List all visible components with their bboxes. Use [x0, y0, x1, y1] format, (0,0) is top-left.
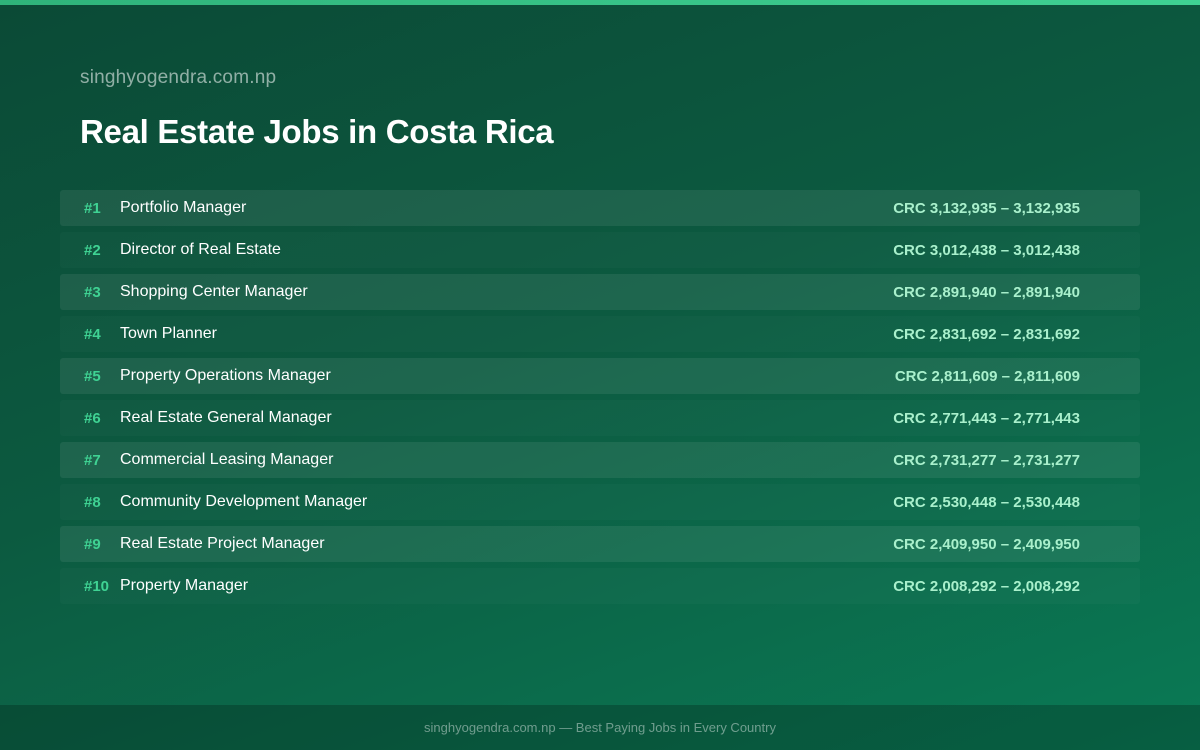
job-salary: CRC 2,530,448 – 2,530,448 [893, 493, 1080, 511]
job-row: #5 Property Operations Manager CRC 2,811… [60, 358, 1140, 394]
job-salary: CRC 3,132,935 – 3,132,935 [893, 199, 1080, 217]
page-title: Real Estate Jobs in Costa Rica [80, 113, 554, 150]
job-rank: #4 [84, 325, 101, 343]
footer-text: singhyogendra.com.np — Best Paying Jobs … [424, 720, 776, 735]
job-title: Property Manager [120, 577, 249, 594]
job-row: #1 Portfolio Manager CRC 3,132,935 – 3,1… [60, 190, 1140, 226]
job-rank: #5 [84, 367, 101, 385]
job-title: Town Planner [120, 325, 217, 342]
footer: singhyogendra.com.np — Best Paying Jobs … [0, 705, 1200, 750]
job-title: Shopping Center Manager [120, 283, 308, 300]
job-title: Property Operations Manager [120, 367, 331, 384]
job-salary: CRC 2,731,277 – 2,731,277 [893, 451, 1080, 469]
job-title: Commercial Leasing Manager [120, 451, 334, 468]
job-row: #8 Community Development Manager CRC 2,5… [60, 484, 1140, 520]
job-salary: CRC 2,811,609 – 2,811,609 [894, 367, 1080, 385]
job-row: #10 Property Manager CRC 2,008,292 – 2,0… [60, 568, 1140, 604]
job-row: #9 Real Estate Project Manager CRC 2,409… [60, 526, 1140, 562]
job-rank: #9 [84, 535, 101, 553]
job-rank: #7 [84, 451, 101, 469]
job-salary: CRC 2,008,292 – 2,008,292 [893, 577, 1080, 595]
job-rank: #3 [84, 283, 101, 301]
job-salary: CRC 2,831,692 – 2,831,692 [893, 325, 1080, 343]
job-title: Director of Real Estate [120, 241, 281, 258]
site-name: singhyogendra.com.np [80, 67, 277, 88]
job-title: Community Development Manager [120, 493, 368, 510]
job-row: #2 Director of Real Estate CRC 3,012,438… [60, 232, 1140, 268]
top-accent-bar [0, 0, 1200, 5]
job-rank: #6 [84, 409, 101, 427]
job-list: #1 Portfolio Manager CRC 3,132,935 – 3,1… [60, 190, 1140, 610]
job-title: Real Estate General Manager [120, 409, 332, 426]
job-rank: #2 [84, 241, 101, 259]
job-salary: CRC 2,891,940 – 2,891,940 [893, 283, 1080, 301]
job-row: #3 Shopping Center Manager CRC 2,891,940… [60, 274, 1140, 310]
job-row: #6 Real Estate General Manager CRC 2,771… [60, 400, 1140, 436]
job-row: #4 Town Planner CRC 2,831,692 – 2,831,69… [60, 316, 1140, 352]
job-salary: CRC 2,409,950 – 2,409,950 [893, 535, 1080, 553]
job-rank: #10 [84, 577, 110, 595]
job-title: Real Estate Project Manager [120, 535, 325, 552]
job-salary: CRC 3,012,438 – 3,012,438 [893, 241, 1080, 259]
job-salary: CRC 2,771,443 – 2,771,443 [893, 409, 1080, 427]
job-title: Portfolio Manager [120, 199, 247, 216]
job-rank: #1 [84, 199, 101, 217]
job-rank: #8 [84, 493, 101, 511]
job-row: #7 Commercial Leasing Manager CRC 2,731,… [60, 442, 1140, 478]
